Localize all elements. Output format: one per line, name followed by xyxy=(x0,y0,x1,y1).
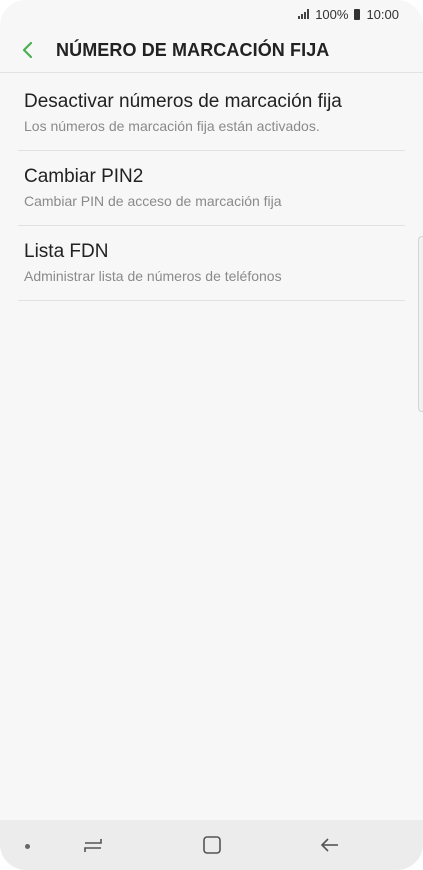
chevron-left-icon xyxy=(22,41,33,59)
recent-apps-icon xyxy=(84,839,102,852)
signal-icon xyxy=(298,9,310,19)
home-button[interactable] xyxy=(197,830,227,860)
setting-title: Cambiar PIN2 xyxy=(24,166,144,187)
setting-fdn-list[interactable]: Lista FDN Administrar lista de números d… xyxy=(18,226,405,301)
home-icon xyxy=(203,836,221,854)
setting-title: Desactivar números de marcación fija xyxy=(24,91,342,112)
setting-subtitle: Los números de marcación fija están acti… xyxy=(24,118,320,134)
phone-screen: 100% 10:00 NÚMERO DE MARCACIÓN FIJA Desa… xyxy=(0,0,423,870)
battery-percent: 100% xyxy=(315,6,349,22)
back-button[interactable] xyxy=(6,28,50,72)
app-bar: NÚMERO DE MARCACIÓN FIJA xyxy=(0,28,423,73)
setting-subtitle: Administrar lista de números de teléfono… xyxy=(24,268,282,284)
setting-disable-fdn[interactable]: Desactivar números de marcación fija Los… xyxy=(18,74,405,151)
status-bar: 100% 10:00 xyxy=(0,0,423,28)
recent-apps-button[interactable] xyxy=(78,830,108,860)
settings-list: Desactivar números de marcación fija Los… xyxy=(18,74,405,301)
clock: 10:00 xyxy=(366,6,399,22)
setting-change-pin2[interactable]: Cambiar PIN2 Cambiar PIN de acceso de ma… xyxy=(18,151,405,226)
edge-panel-handle[interactable] xyxy=(418,236,423,412)
battery-icon xyxy=(354,8,361,20)
back-nav-button[interactable] xyxy=(315,830,345,860)
page-title: NÚMERO DE MARCACIÓN FIJA xyxy=(56,39,330,60)
navigation-bar xyxy=(0,820,423,870)
setting-subtitle: Cambiar PIN de acceso de marcación fija xyxy=(24,193,282,209)
nav-dot-indicator xyxy=(25,844,30,849)
setting-title: Lista FDN xyxy=(24,241,109,262)
back-arrow-icon xyxy=(320,838,338,852)
